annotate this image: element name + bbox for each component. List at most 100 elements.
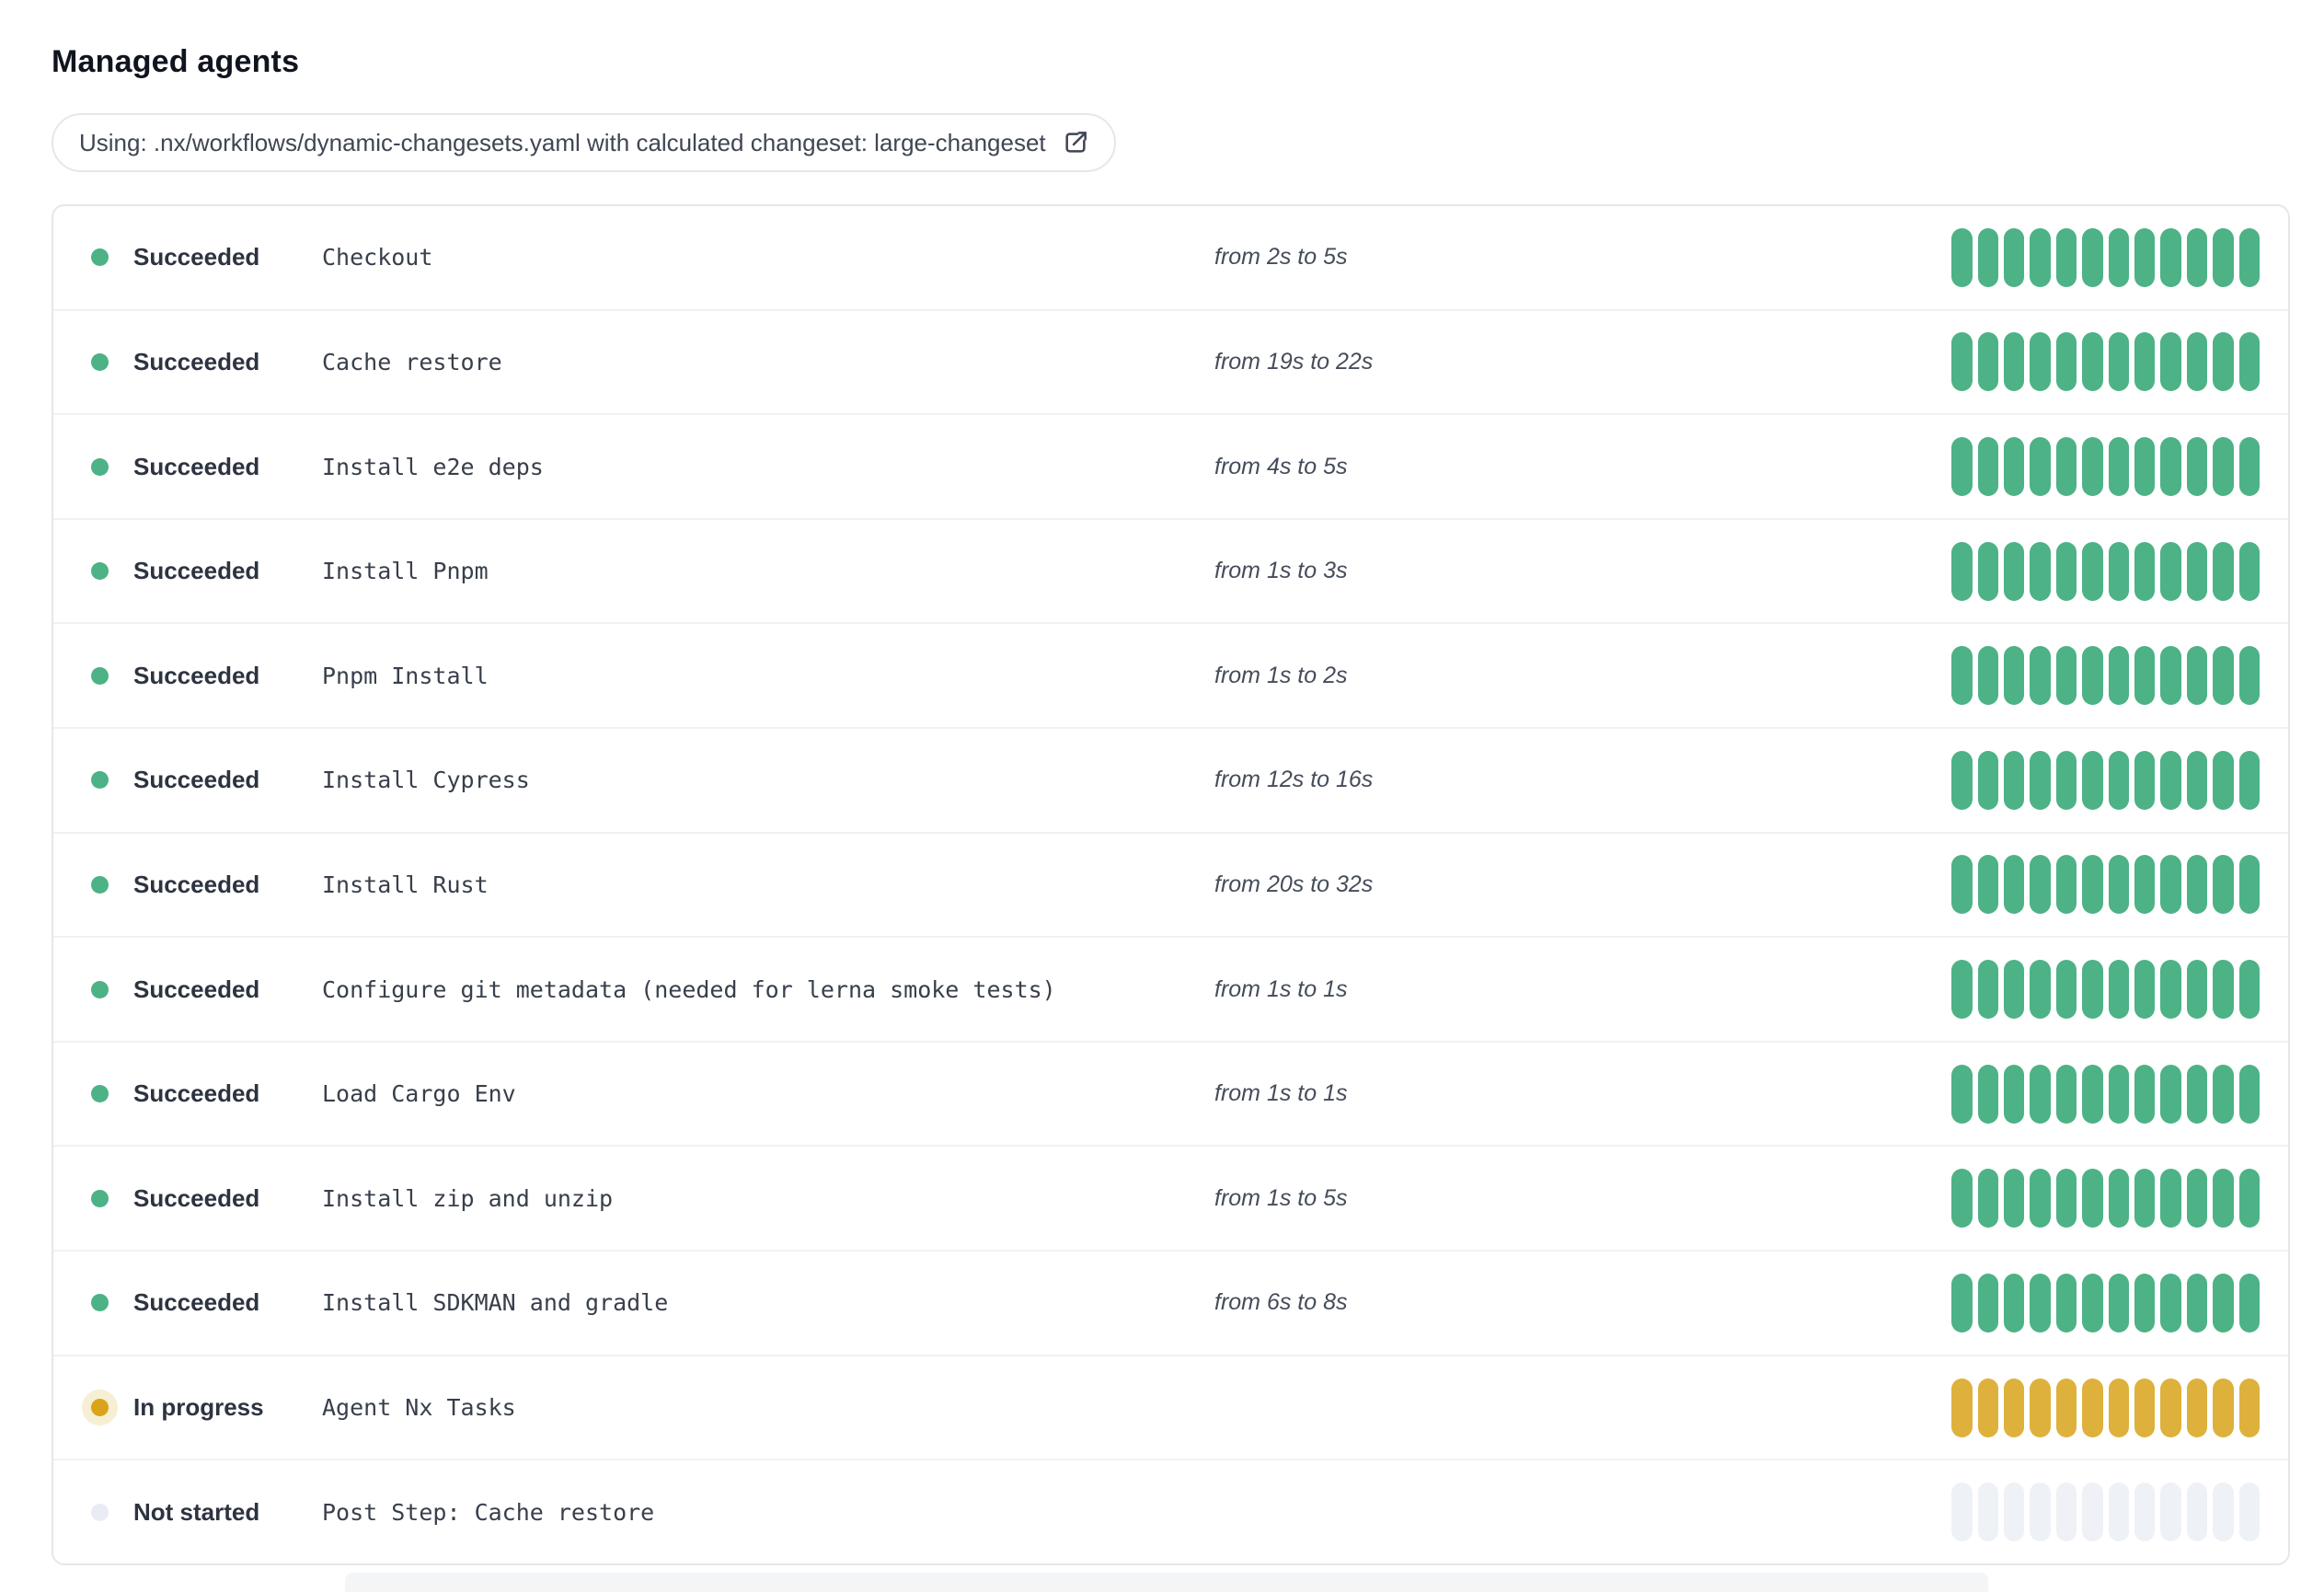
agent-segment xyxy=(2213,227,2234,287)
agent-segment xyxy=(2186,960,2208,1020)
agent-segment xyxy=(2213,1169,2234,1229)
agent-segment xyxy=(1951,1169,1973,1229)
agent-segment xyxy=(2004,960,2025,1020)
step-name: Install Pnpm xyxy=(322,558,489,585)
status-dot xyxy=(91,1294,109,1312)
table-row: Succeeded Install SDKMAN and gradle from… xyxy=(53,1250,2288,1355)
status-label: Succeeded xyxy=(133,452,260,480)
step-name: Checkout xyxy=(322,244,433,271)
agent-segments-bar xyxy=(1950,227,2260,287)
agent-segment xyxy=(2160,541,2181,601)
status-dot xyxy=(91,457,109,476)
agent-segment xyxy=(2238,332,2260,392)
status-label: Succeeded xyxy=(133,347,260,375)
status-label: Succeeded xyxy=(133,870,260,898)
agent-segment xyxy=(2082,1482,2103,1542)
agent-segment xyxy=(1951,1064,1973,1124)
agent-segments-bar xyxy=(1950,855,2260,915)
workflow-config-badge[interactable]: Using: .nx/workflows/dynamic-changesets.… xyxy=(52,113,1116,172)
agent-segment xyxy=(2238,227,2260,287)
status-label: Not started xyxy=(133,1497,260,1526)
agent-segment xyxy=(2030,1064,2051,1124)
agent-segment xyxy=(2082,1064,2103,1124)
agent-segments xyxy=(1951,1273,2260,1332)
agent-segment xyxy=(2004,750,2025,810)
agent-segment xyxy=(2004,646,2025,706)
status-label: Succeeded xyxy=(133,243,260,271)
agent-segment xyxy=(2055,1273,2077,1332)
agent-segment xyxy=(2213,1273,2234,1332)
agent-segment xyxy=(2186,646,2208,706)
status-label: Succeeded xyxy=(133,1183,260,1212)
status-cell: Succeeded xyxy=(91,1079,322,1108)
agent-segment xyxy=(2213,1378,2234,1437)
agent-segment xyxy=(2186,541,2208,601)
agent-segment xyxy=(2004,227,2025,287)
agent-segments-bar xyxy=(1950,750,2260,810)
agent-segments-bar xyxy=(1950,332,2260,392)
agent-segment xyxy=(1977,855,1999,915)
agent-segment xyxy=(2030,437,2051,497)
table-row: Succeeded Install zip and unzip from 1s … xyxy=(53,1145,2288,1250)
agent-segments xyxy=(1951,855,2260,915)
agent-segment xyxy=(2160,646,2181,706)
agent-segment xyxy=(2160,1273,2181,1332)
agent-segment xyxy=(2108,750,2130,810)
status-label: Succeeded xyxy=(133,975,260,1003)
agent-segments xyxy=(1951,750,2260,810)
agent-segments xyxy=(1951,332,2260,392)
agent-segments-bar xyxy=(1950,646,2260,706)
status-cell: Succeeded xyxy=(91,766,322,794)
agent-segment xyxy=(2030,855,2051,915)
agent-segment xyxy=(2213,437,2234,497)
agent-segment xyxy=(2030,646,2051,706)
agent-segment xyxy=(2213,541,2234,601)
agent-segments-bar xyxy=(1950,1482,2260,1542)
status-dot xyxy=(91,666,109,685)
agent-segment xyxy=(1977,1273,1999,1332)
agent-segment xyxy=(2186,1064,2208,1124)
agent-segment xyxy=(2082,332,2103,392)
agent-segment xyxy=(2134,1378,2156,1437)
agent-segment xyxy=(2004,855,2025,915)
agent-segment xyxy=(1977,437,1999,497)
external-link-icon xyxy=(1061,128,1090,157)
step-name: Install Cypress xyxy=(322,767,530,794)
agent-segment xyxy=(1951,646,1973,706)
agent-segments xyxy=(1951,646,2260,706)
step-duration: from 19s to 22s xyxy=(1214,348,1374,375)
agent-segment xyxy=(2238,750,2260,810)
agent-segment xyxy=(2055,1378,2077,1437)
agent-segment xyxy=(2004,1169,2025,1229)
agent-segment xyxy=(2108,1378,2130,1437)
agent-segment xyxy=(2134,750,2156,810)
agent-segment xyxy=(2238,1064,2260,1124)
agent-segment xyxy=(2134,1064,2156,1124)
step-name: Post Step: Cache restore xyxy=(322,1498,655,1526)
agent-segment xyxy=(2108,437,2130,497)
agent-segment xyxy=(2160,960,2181,1020)
status-label: Succeeded xyxy=(133,661,260,689)
page-title: Managed agents xyxy=(52,44,300,79)
table-row: Succeeded Install Pnpm from 1s to 3s xyxy=(53,517,2288,623)
agent-segment xyxy=(1951,1273,1973,1332)
status-dot xyxy=(91,562,109,581)
agent-segment xyxy=(2108,960,2130,1020)
step-duration: from 6s to 8s xyxy=(1214,1289,1348,1316)
agent-segment xyxy=(2030,227,2051,287)
step-duration: from 1s to 5s xyxy=(1214,1184,1348,1211)
agent-segment xyxy=(2213,750,2234,810)
agent-segment xyxy=(2213,855,2234,915)
step-name: Install Rust xyxy=(322,871,489,898)
table-row: Succeeded Pnpm Install from 1s to 2s xyxy=(53,622,2288,727)
agent-segment xyxy=(2108,227,2130,287)
agent-segment xyxy=(2055,750,2077,810)
agent-segment xyxy=(2108,332,2130,392)
agent-segments xyxy=(1951,1064,2260,1124)
agent-segment xyxy=(1977,1378,1999,1437)
agent-segment xyxy=(2030,1169,2051,1229)
step-duration: from 1s to 2s xyxy=(1214,662,1348,688)
step-name: Install SDKMAN and gradle xyxy=(322,1289,669,1317)
step-name: Pnpm Install xyxy=(322,662,489,689)
agent-segment xyxy=(2108,1064,2130,1124)
